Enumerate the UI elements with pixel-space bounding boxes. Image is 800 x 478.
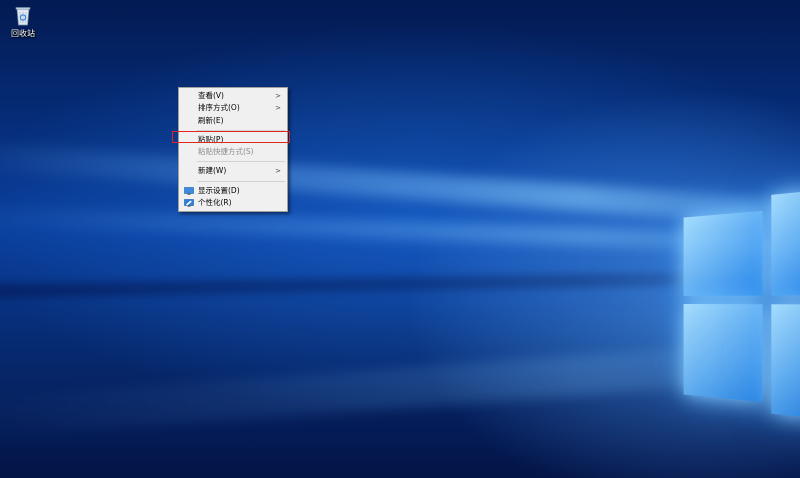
paste-highlight-annotation [172,131,290,143]
menu-separator [197,180,285,182]
menu-item-new[interactable]: 新建(W) > [179,165,287,177]
menu-separator [197,161,285,163]
menu-item-personalize[interactable]: 个性化(R) [179,197,287,209]
desktop-context-menu: 查看(V) > 排序方式(O) > 刷新(E) 粘贴(P) 粘贴快捷方式(S) … [178,87,288,213]
menu-item-label: 新建(W) [198,166,227,176]
desktop[interactable]: 回收站 查看(V) > 排序方式(O) > 刷新(E) 粘贴(P) 粘贴快捷方式… [0,0,800,478]
recycle-bin-icon [15,7,31,26]
submenu-arrow-icon: > [275,104,281,113]
menu-item-label: 粘贴快捷方式(S) [198,147,254,157]
desktop-icon-label: 回收站 [11,29,35,38]
menu-item-paste-shortcut: 粘贴快捷方式(S) [179,146,287,158]
menu-item-display-settings[interactable]: 显示设置(D) [179,185,287,197]
menu-item-label: 个性化(R) [198,198,232,208]
menu-item-view[interactable]: 查看(V) > [179,90,287,102]
submenu-arrow-icon: > [275,92,281,100]
submenu-arrow-icon: > [275,167,281,176]
logo-pane [771,190,800,296]
display-settings-icon [184,186,194,195]
menu-item-label: 显示设置(D) [198,185,240,195]
desktop-icon-recycle-bin[interactable]: 回收站 [6,4,40,39]
menu-item-refresh[interactable]: 刷新(E) [179,115,287,127]
menu-item-label: 查看(V) [198,91,224,100]
logo-pane [683,210,763,296]
menu-item-label: 排序方式(O) [198,103,240,113]
logo-pane [771,304,800,419]
menu-item-label: 刷新(E) [198,115,224,125]
windows-logo-wallpaper [678,181,800,420]
menu-item-sort-by[interactable]: 排序方式(O) > [179,102,287,114]
personalize-icon [184,199,194,207]
logo-pane [683,304,763,402]
